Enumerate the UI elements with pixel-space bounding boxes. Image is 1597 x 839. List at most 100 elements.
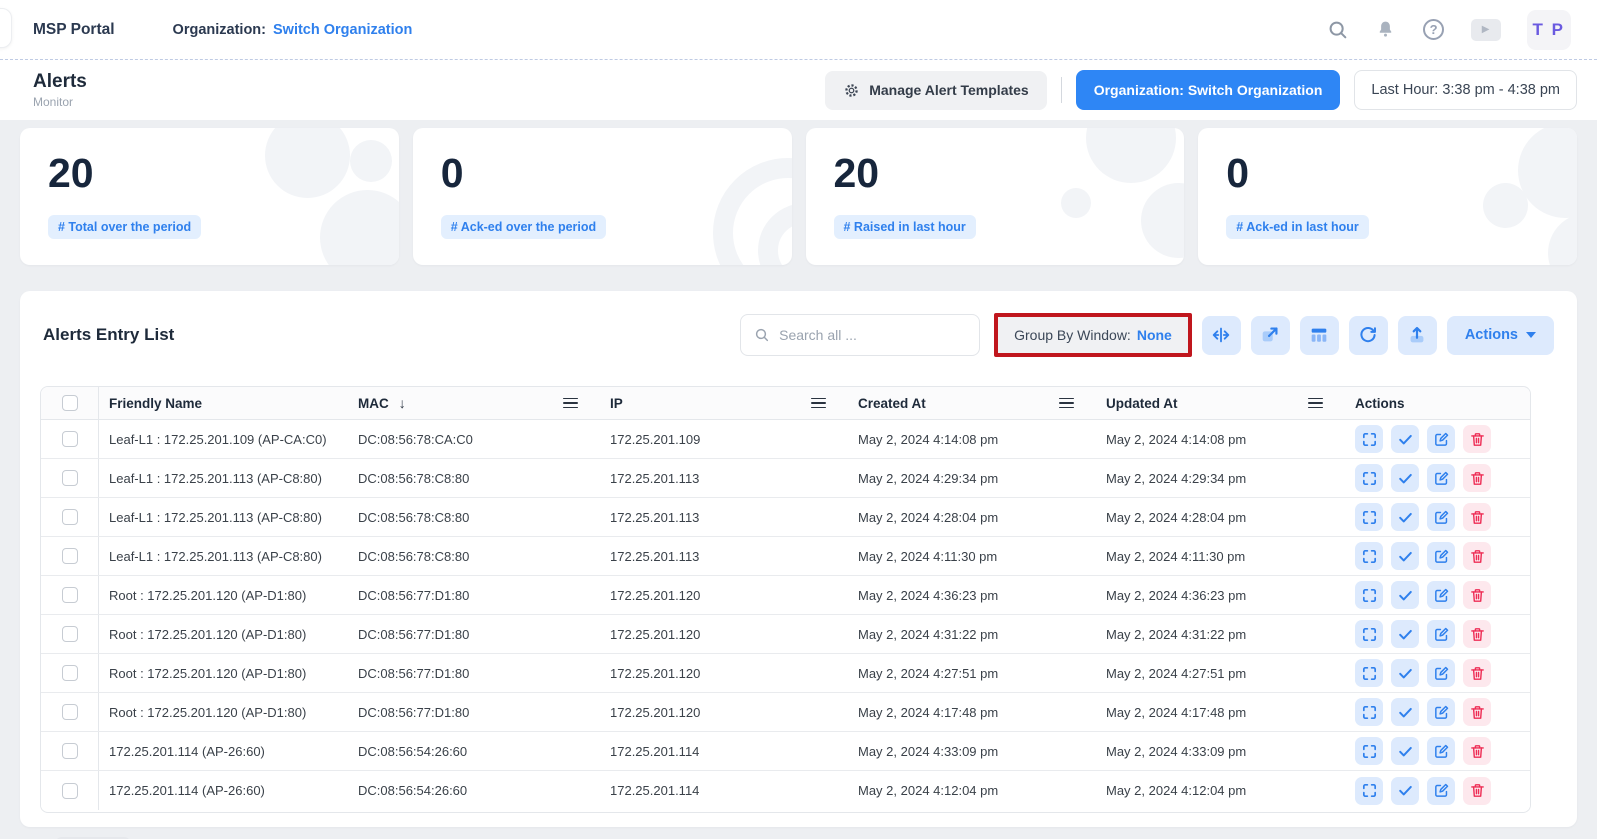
search-icon[interactable]: [1327, 19, 1349, 41]
column-menu-icon[interactable]: [1059, 398, 1074, 409]
delete-row-button[interactable]: [1463, 464, 1491, 492]
column-label: MAC: [358, 396, 389, 411]
notifications-bell-icon[interactable]: [1375, 19, 1397, 41]
acknowledge-row-button[interactable]: [1391, 542, 1419, 570]
column-menu-icon[interactable]: [563, 398, 578, 409]
user-avatar[interactable]: T P: [1527, 10, 1571, 50]
edit-row-button[interactable]: [1427, 581, 1455, 609]
expand-row-button[interactable]: [1355, 698, 1383, 726]
stat-value: 0: [1226, 150, 1249, 197]
expand-row-button[interactable]: [1355, 464, 1383, 492]
sidebar-toggle-handle[interactable]: [0, 8, 12, 48]
expand-row-button[interactable]: [1355, 620, 1383, 648]
table-row: 172.25.201.114 (AP-26:60) DC:08:56:54:26…: [41, 771, 1530, 810]
friendly-name-cell: Leaf-L1 : 172.25.201.113 (AP-C8:80): [99, 549, 348, 564]
edit-row-button[interactable]: [1427, 698, 1455, 726]
row-checkbox[interactable]: [62, 470, 78, 486]
fullscreen-icon: [1361, 743, 1378, 760]
expand-row-button[interactable]: [1355, 581, 1383, 609]
acknowledge-row-button[interactable]: [1391, 464, 1419, 492]
table-row: Root : 172.25.201.120 (AP-D1:80) DC:08:5…: [41, 615, 1530, 654]
delete-row-button[interactable]: [1463, 777, 1491, 805]
column-header-friendly-name[interactable]: Friendly Name: [99, 396, 348, 411]
expand-row-button[interactable]: [1355, 542, 1383, 570]
delete-row-button[interactable]: [1463, 542, 1491, 570]
trash-icon: [1469, 704, 1486, 721]
edit-row-button[interactable]: [1427, 737, 1455, 765]
switch-organization-link[interactable]: Switch Organization: [273, 22, 412, 38]
page-header: Alerts Monitor Manage Alert Templates Or…: [0, 60, 1597, 120]
help-icon[interactable]: ?: [1423, 19, 1445, 41]
trash-icon: [1469, 743, 1486, 760]
acknowledge-row-button[interactable]: [1391, 659, 1419, 687]
updated-at-cell: May 2, 2024 4:29:34 pm: [1096, 471, 1345, 486]
search-box[interactable]: [740, 314, 980, 356]
expand-view-button[interactable]: [1251, 316, 1290, 355]
ip-cell: 172.25.201.120: [600, 666, 848, 681]
row-checkbox[interactable]: [62, 743, 78, 759]
select-all-checkbox[interactable]: [62, 395, 78, 411]
delete-row-button[interactable]: [1463, 425, 1491, 453]
delete-row-button[interactable]: [1463, 620, 1491, 648]
delete-row-button[interactable]: [1463, 737, 1491, 765]
edit-row-button[interactable]: [1427, 503, 1455, 531]
row-checkbox-cell: [41, 771, 99, 810]
column-header-ip[interactable]: IP: [600, 396, 848, 411]
acknowledge-row-button[interactable]: [1391, 737, 1419, 765]
video-tour-icon[interactable]: ▶: [1471, 19, 1501, 41]
edit-row-button[interactable]: [1427, 425, 1455, 453]
acknowledge-row-button[interactable]: [1391, 581, 1419, 609]
acknowledge-row-button[interactable]: [1391, 503, 1419, 531]
delete-row-button[interactable]: [1463, 581, 1491, 609]
time-range-button[interactable]: Last Hour: 3:38 pm - 4:38 pm: [1354, 70, 1577, 110]
row-checkbox[interactable]: [62, 665, 78, 681]
row-checkbox[interactable]: [62, 548, 78, 564]
row-checkbox[interactable]: [62, 587, 78, 603]
column-menu-icon[interactable]: [1308, 398, 1323, 409]
expand-row-button[interactable]: [1355, 425, 1383, 453]
fit-width-button[interactable]: [1202, 316, 1241, 355]
check-icon: [1397, 782, 1414, 799]
row-checkbox[interactable]: [62, 431, 78, 447]
table-row: Leaf-L1 : 172.25.201.109 (AP-CA:C0) DC:0…: [41, 420, 1530, 459]
delete-row-button[interactable]: [1463, 659, 1491, 687]
refresh-button[interactable]: [1349, 316, 1388, 355]
expand-row-button[interactable]: [1355, 777, 1383, 805]
acknowledge-row-button[interactable]: [1391, 620, 1419, 648]
column-header-mac[interactable]: MAC ↓: [348, 395, 600, 411]
manage-alert-templates-button[interactable]: Manage Alert Templates: [825, 71, 1047, 110]
columns-button[interactable]: [1300, 316, 1339, 355]
edit-pencil-icon: [1433, 626, 1450, 643]
group-by-window-button[interactable]: Group By Window: None: [998, 317, 1188, 353]
delete-row-button[interactable]: [1463, 503, 1491, 531]
row-checkbox[interactable]: [62, 783, 78, 799]
column-menu-icon[interactable]: [811, 398, 826, 409]
acknowledge-row-button[interactable]: [1391, 425, 1419, 453]
row-checkbox[interactable]: [62, 626, 78, 642]
edit-row-button[interactable]: [1427, 620, 1455, 648]
export-button[interactable]: [1398, 316, 1437, 355]
edit-row-button[interactable]: [1427, 659, 1455, 687]
acknowledge-row-button[interactable]: [1391, 777, 1419, 805]
column-header-created-at[interactable]: Created At: [848, 396, 1096, 411]
row-checkbox[interactable]: [62, 509, 78, 525]
column-header-updated-at[interactable]: Updated At: [1096, 396, 1345, 411]
table-row: Leaf-L1 : 172.25.201.113 (AP-C8:80) DC:0…: [41, 498, 1530, 537]
row-checkbox[interactable]: [62, 704, 78, 720]
actions-dropdown-button[interactable]: Actions: [1447, 316, 1554, 355]
list-toolbar: Group By Window: None: [740, 313, 1554, 357]
fullscreen-icon: [1361, 431, 1378, 448]
fullscreen-icon: [1361, 470, 1378, 487]
delete-row-button[interactable]: [1463, 698, 1491, 726]
search-input[interactable]: [779, 327, 966, 343]
edit-row-button[interactable]: [1427, 464, 1455, 492]
edit-row-button[interactable]: [1427, 777, 1455, 805]
page-subtitle: Monitor: [33, 95, 87, 109]
organization-scope-button[interactable]: Organization: Switch Organization: [1076, 70, 1341, 110]
acknowledge-row-button[interactable]: [1391, 698, 1419, 726]
row-checkbox-cell: [41, 498, 99, 536]
expand-row-button[interactable]: [1355, 737, 1383, 765]
expand-row-button[interactable]: [1355, 659, 1383, 687]
edit-row-button[interactable]: [1427, 542, 1455, 570]
expand-row-button[interactable]: [1355, 503, 1383, 531]
